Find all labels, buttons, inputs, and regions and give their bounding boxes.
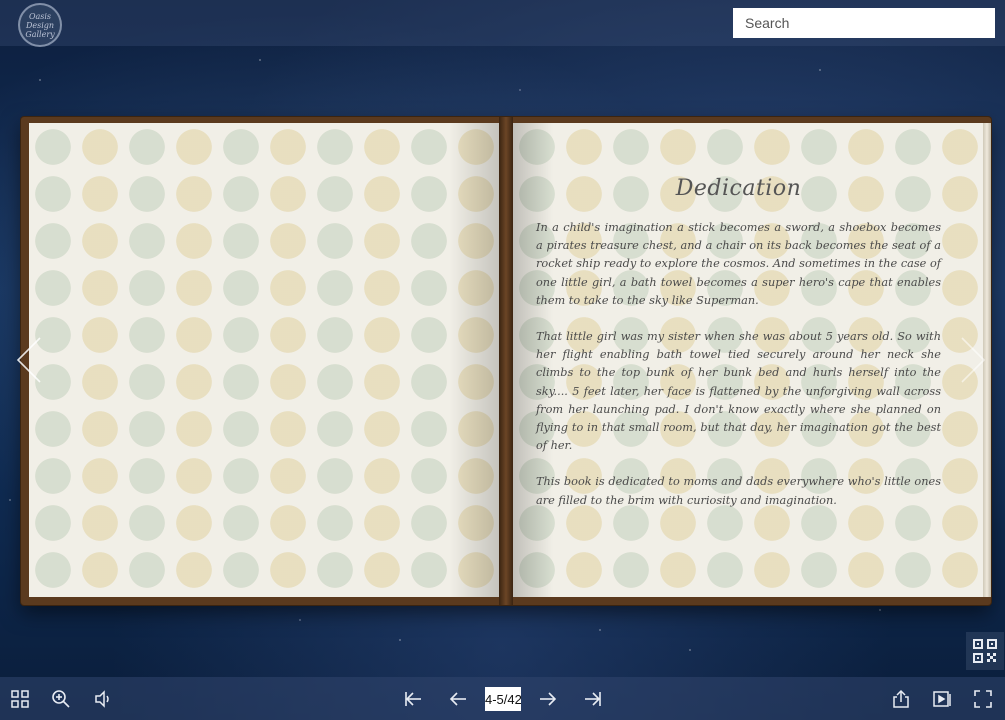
autoplay-icon (933, 691, 951, 707)
dedication-text: Dedication In a child's imagination a st… (536, 175, 941, 528)
zoom-in-button[interactable] (49, 687, 73, 711)
sound-icon (95, 690, 109, 708)
previous-page-icon (449, 692, 466, 706)
right-page[interactable]: Dedication In a child's imagination a st… (513, 123, 983, 597)
first-page-button[interactable] (401, 687, 425, 711)
search-input[interactable] (733, 8, 995, 38)
next-page-button[interactable] (536, 687, 560, 711)
page-number-input[interactable] (485, 687, 521, 711)
qr-code-button[interactable] (966, 632, 1004, 670)
share-icon (893, 689, 909, 708)
chevron-right-icon (961, 337, 986, 383)
share-button[interactable] (889, 687, 913, 711)
thumbnails-button[interactable] (8, 687, 32, 711)
last-page-icon (585, 692, 601, 706)
book-spine (499, 117, 513, 605)
fullscreen-icon (974, 690, 992, 708)
page-title: Dedication (675, 176, 802, 201)
previous-page-button[interactable] (446, 687, 470, 711)
zoom-in-icon (52, 690, 70, 708)
qr-code-icon (973, 639, 997, 663)
flipbook: Dedication In a child's imagination a st… (21, 117, 991, 605)
paragraph-1: In a child's imagination a stick becomes… (536, 221, 941, 307)
previous-page-arrow[interactable] (14, 335, 44, 385)
top-bar: Oasis Design Gallery (0, 0, 1005, 47)
fullscreen-button[interactable] (971, 687, 995, 711)
logo-text: Oasis Design Gallery (25, 11, 55, 39)
sound-button[interactable] (91, 687, 115, 711)
next-page-icon (540, 692, 557, 706)
chevron-left-icon (16, 337, 41, 383)
next-page-arrow[interactable] (958, 335, 988, 385)
thumbnails-icon (11, 690, 29, 708)
left-page[interactable] (29, 123, 499, 597)
autoplay-button[interactable] (930, 687, 954, 711)
logo[interactable]: Oasis Design Gallery (18, 3, 62, 47)
last-page-button[interactable] (581, 687, 605, 711)
paragraph-2: That little girl was my sister when she … (536, 330, 941, 453)
first-page-icon (405, 692, 421, 706)
paragraph-3: This book is dedicated to moms and dads … (536, 475, 941, 507)
